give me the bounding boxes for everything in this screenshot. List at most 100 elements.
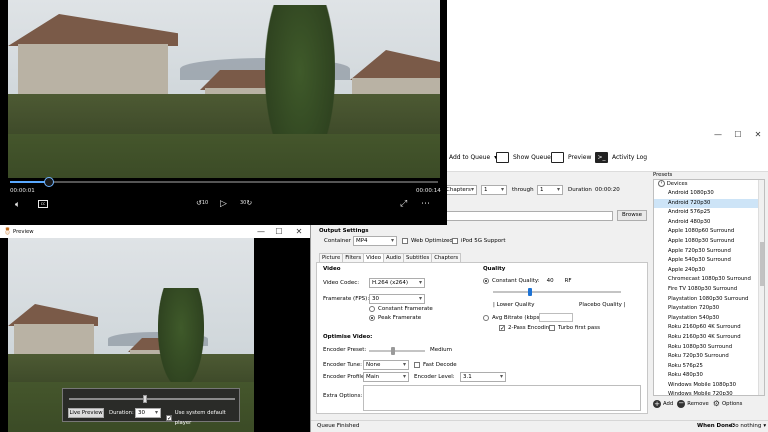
expand-icon[interactable]: ⤢ <box>400 199 407 209</box>
volume-icon[interactable]: 🔈︎ <box>15 200 20 210</box>
tab-picture[interactable]: Picture <box>319 253 344 262</box>
constant-quality-option[interactable]: Constant Quality: 40 RF <box>483 276 572 286</box>
maximize-icon[interactable]: ☐ <box>731 130 745 140</box>
placebo-quality-label: Placebo Quality | <box>579 302 626 308</box>
preset-item[interactable]: Windows Mobile 1080p30 <box>654 381 764 391</box>
turbo-first-pass-option[interactable]: Turbo first pass <box>549 323 600 333</box>
range-to-select[interactable]: 1 <box>537 185 563 195</box>
constant-framerate-radio[interactable] <box>369 306 375 312</box>
extra-options-input[interactable] <box>363 385 641 411</box>
preset-item[interactable]: Android 480p30 <box>654 218 764 228</box>
encoder-preset-slider[interactable] <box>369 347 425 355</box>
encoder-profile-select[interactable]: Main <box>363 372 409 382</box>
preview-seek-slider[interactable] <box>69 395 235 403</box>
range-mode-select[interactable]: Chapters <box>443 185 477 195</box>
preset-item[interactable]: Fire TV 1080p30 Surround <box>654 285 764 295</box>
preset-item[interactable]: Apple 720p30 Surround <box>654 247 764 257</box>
encoder-preset-thumb[interactable] <box>391 347 396 355</box>
fast-decode-option[interactable]: Fast Decode <box>414 360 457 370</box>
captions-icon[interactable]: cc <box>38 200 48 208</box>
gear-icon: ⚙ <box>712 399 720 408</box>
presets-scrollbar[interactable] <box>758 180 764 395</box>
close-icon[interactable]: ✕ <box>751 130 765 140</box>
peak-framerate-option[interactable]: Peak Framerate <box>369 313 421 323</box>
collapse-icon[interactable]: ‹ <box>658 180 665 187</box>
close-icon[interactable]: ✕ <box>292 227 306 237</box>
video-codec-select[interactable]: H.264 (x264) <box>369 278 425 288</box>
maximize-icon[interactable]: ☐ <box>272 227 286 237</box>
more-icon[interactable]: ⋯ <box>421 199 430 209</box>
preset-item[interactable]: Apple 1080p60 Surround <box>654 227 764 237</box>
preset-options-button[interactable]: ⚙ Options <box>713 399 743 408</box>
preset-item[interactable]: Apple 540p30 Surround <box>654 256 764 266</box>
tab-audio[interactable]: Audio <box>382 253 405 262</box>
preset-group-devices[interactable]: ‹ Devices <box>654 180 764 189</box>
web-optimized-option[interactable]: Web Optimized <box>402 236 453 246</box>
turbo-first-pass-checkbox[interactable] <box>549 325 555 331</box>
two-pass-checkbox[interactable] <box>499 324 505 334</box>
peak-framerate-radio[interactable] <box>369 315 375 321</box>
avg-bitrate-radio[interactable] <box>483 315 489 321</box>
preset-item[interactable]: Playstation 1080p30 Surround <box>654 295 764 305</box>
activity-log-button[interactable]: >_ Activity Log <box>595 151 647 163</box>
quality-slider-thumb[interactable] <box>528 288 533 296</box>
two-pass-option[interactable]: 2-Pass Encoding <box>499 323 553 334</box>
destination-input[interactable] <box>443 211 613 221</box>
preset-item[interactable]: Android 720p30 <box>654 198 764 209</box>
encoder-level-select[interactable]: 3.1 <box>460 372 506 382</box>
fast-decode-label: Fast Decode <box>423 362 457 368</box>
preset-item[interactable]: Playstation 720p30 <box>654 304 764 314</box>
preset-item[interactable]: Android 576p25 <box>654 208 764 218</box>
preset-item[interactable]: Roku 576p25 <box>654 362 764 372</box>
add-to-queue-button[interactable]: Add to Queue ▾ <box>449 151 497 163</box>
encoder-tune-select[interactable]: None <box>363 360 409 370</box>
use-default-player-checkbox[interactable] <box>166 414 172 424</box>
forward-button[interactable]: 30 ↻ <box>240 199 252 207</box>
live-preview-button[interactable]: Live Preview <box>68 408 104 418</box>
minimize-icon[interactable]: — <box>711 130 725 140</box>
preset-item[interactable]: Apple 240p30 <box>654 266 764 276</box>
preset-item[interactable]: Windows Mobile 720p30 <box>654 390 764 395</box>
minimize-icon[interactable]: — <box>254 227 268 237</box>
ipod-support-option[interactable]: iPod 5G Support <box>452 236 506 246</box>
preset-item[interactable]: Roku 1080p30 Surround <box>654 343 764 353</box>
remove-preset-button[interactable]: − Remove <box>677 399 709 408</box>
preset-item[interactable]: Apple 1080p30 Surround <box>654 237 764 247</box>
presets-scroll-thumb[interactable] <box>760 242 764 286</box>
preset-item[interactable]: Chromecast 1080p30 Surround <box>654 275 764 285</box>
container-select[interactable]: MP4 <box>353 236 397 246</box>
terminal-icon: >_ <box>595 151 608 163</box>
avg-bitrate-input[interactable] <box>539 313 573 322</box>
preset-item[interactable]: Roku 720p30 Surround <box>654 352 764 362</box>
ipod-support-checkbox[interactable] <box>452 238 458 244</box>
browse-button[interactable]: Browse <box>617 210 647 221</box>
tab-subtitles[interactable]: Subtitles <box>403 253 433 262</box>
preset-item[interactable]: Android 1080p30 <box>654 189 764 199</box>
avg-bitrate-option[interactable]: Avg Bitrate (kbps): <box>483 313 544 323</box>
preview-house-wall <box>14 324 94 354</box>
range-from-select[interactable]: 1 <box>481 185 507 195</box>
preview-duration-select[interactable]: 30 <box>135 408 161 418</box>
tab-chapters[interactable]: Chapters <box>431 253 462 262</box>
preset-item[interactable]: Roku 2160p30 4K Surround <box>654 333 764 343</box>
quality-slider[interactable] <box>493 288 621 296</box>
tab-filters[interactable]: Filters <box>342 253 365 262</box>
show-queue-button[interactable]: Show Queue <box>496 151 551 163</box>
player-seek-thumb[interactable] <box>43 177 54 187</box>
play-icon[interactable]: ▷ <box>220 199 227 209</box>
presets-list[interactable]: ‹ Devices Android 1080p30 Android 720p30 A… <box>653 179 765 396</box>
when-done-select[interactable]: Do nothing ▾ <box>731 423 766 429</box>
add-preset-button[interactable]: + Add <box>653 399 673 408</box>
preview-button[interactable]: Preview <box>551 151 591 163</box>
fast-decode-checkbox[interactable] <box>414 362 420 368</box>
constant-quality-radio[interactable] <box>483 278 489 284</box>
preset-item[interactable]: Roku 480p30 <box>654 371 764 381</box>
rewind-button[interactable]: ↺ 10 <box>196 199 208 207</box>
use-default-player-option[interactable]: Use system default player <box>166 408 239 428</box>
preview-seek-thumb[interactable] <box>143 395 148 403</box>
framerate-select[interactable]: 30 <box>369 294 425 304</box>
web-optimized-checkbox[interactable] <box>402 238 408 244</box>
preset-item[interactable]: Roku 2160p60 4K Surround <box>654 323 764 333</box>
preset-item[interactable]: Playstation 540p30 <box>654 314 764 324</box>
player-progress-bar[interactable] <box>10 177 438 187</box>
